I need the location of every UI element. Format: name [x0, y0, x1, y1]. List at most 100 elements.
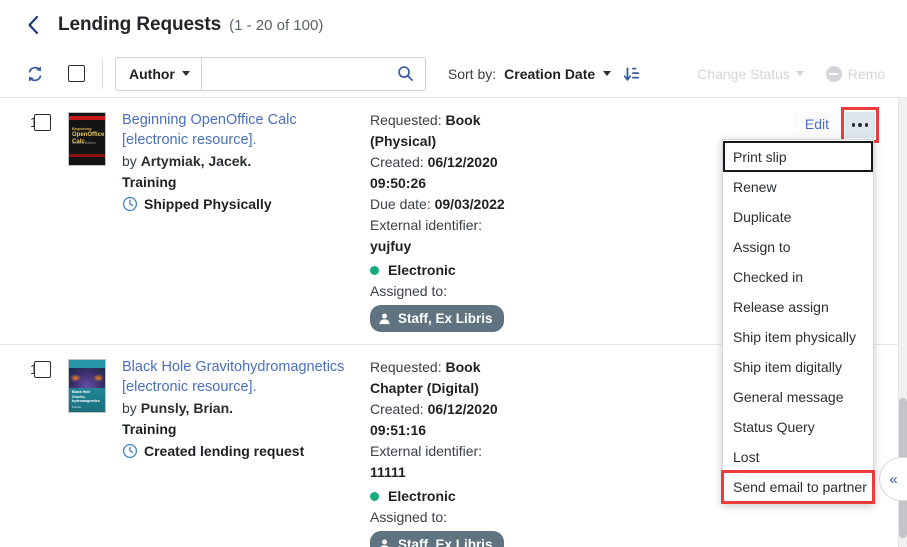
- record-title-link[interactable]: Black Hole Gravitohydromagnetics: [122, 357, 360, 377]
- row-checkbox[interactable]: [34, 361, 51, 378]
- remove-button[interactable]: Remo: [825, 65, 885, 82]
- change-status-button[interactable]: Change Status: [697, 66, 804, 82]
- created-value: 06/12/2020: [427, 154, 498, 170]
- row-index: 10: [0, 110, 46, 332]
- menu-item-status-query[interactable]: Status Query: [723, 412, 873, 442]
- ellipsis-dot: [858, 123, 862, 127]
- select-all-checkbox[interactable]: [68, 65, 85, 82]
- toolbar-divider: [102, 58, 103, 89]
- record-author: by Artymiak, Jacek.: [122, 151, 360, 172]
- author-name: Punsly, Brian.: [140, 400, 234, 416]
- requested-line: Requested: Book: [370, 110, 548, 131]
- menu-item-lost[interactable]: Lost: [723, 442, 873, 472]
- chevron-left-icon: [27, 15, 38, 35]
- person-icon-svg: [379, 313, 390, 325]
- created-label: Created:: [370, 401, 424, 417]
- book-cover-thumbnail: Black Hole Gravito-hydromagnetics Punsly: [68, 359, 106, 413]
- refresh-icon: [28, 65, 42, 82]
- external-id-value: 11111: [370, 464, 406, 480]
- row-cover-cell: Black Hole Gravito-hydromagnetics Punsly: [68, 357, 122, 547]
- edit-button[interactable]: Edit: [792, 112, 841, 136]
- assigned-to-label: Assigned to:: [370, 283, 448, 299]
- menu-item-general-message[interactable]: General message: [723, 382, 873, 412]
- more-actions-button[interactable]: [845, 112, 875, 138]
- clock-icon-svg: [122, 443, 138, 459]
- record-title-link[interactable]: Beginning OpenOffice Calc: [122, 110, 360, 130]
- requested-value-2: Chapter (Digital): [370, 380, 479, 396]
- menu-item-send-email-to-partner[interactable]: Send email to partner: [721, 470, 875, 504]
- format-line: Electronic: [370, 486, 548, 507]
- assigned-to-chip[interactable]: Staff, Ex Libris: [370, 305, 504, 332]
- chevron-down-icon: [181, 71, 190, 76]
- green-dot-icon: [370, 266, 379, 275]
- book-cover-thumbnail: Beginning OpenOffice Calc Second Edition: [68, 112, 106, 166]
- ellipsis-dot: [851, 123, 856, 127]
- requested-value-2: (Physical): [370, 133, 437, 149]
- format-text: Electronic: [388, 488, 456, 504]
- page-title: Lending Requests: [58, 14, 222, 35]
- created-line: Created: 06/12/2020: [370, 152, 548, 173]
- menu-item-print-slip[interactable]: Print slip: [723, 141, 873, 172]
- row-checkbox[interactable]: [34, 114, 51, 131]
- change-status-label: Change Status: [697, 65, 790, 82]
- sort-direction-button[interactable]: [623, 65, 641, 83]
- chevron-down-icon[interactable]: [603, 71, 612, 76]
- sort-by-value[interactable]: Creation Date: [504, 66, 595, 82]
- search-input[interactable]: [201, 57, 392, 90]
- person-icon: [378, 538, 391, 547]
- menu-item-ship-item-physically[interactable]: Ship item physically: [723, 322, 873, 352]
- list-toolbar: Author Sort by: Creation Date Change Sta…: [0, 50, 907, 98]
- row-actions-dropdown-menu: Print slip Renew Duplicate Assign to Che…: [721, 139, 875, 504]
- due-date-line: Due date: 09/03/2022: [370, 194, 548, 215]
- search-facet-dropdown[interactable]: Author: [115, 56, 202, 91]
- requested-value: Book: [445, 112, 481, 128]
- format-line: Electronic: [370, 260, 548, 281]
- row-detail-cell: Requested: Book Chapter (Digital) Create…: [370, 357, 548, 547]
- external-id-label: External identifier:: [370, 217, 483, 233]
- created-line: Created: 06/12/2020: [370, 399, 548, 420]
- green-dot-icon: [370, 492, 379, 501]
- menu-item-checked-in[interactable]: Checked in: [723, 262, 873, 292]
- created-value: 06/12/2020: [427, 401, 498, 417]
- row-checkbox-cell: [34, 357, 68, 547]
- sort-by-label: Sort by:: [447, 65, 497, 82]
- created-time: 09:51:16: [370, 422, 427, 438]
- menu-item-ship-item-digitally[interactable]: Ship item digitally: [723, 352, 873, 382]
- menu-item-assign-to[interactable]: Assign to: [723, 232, 873, 262]
- requested-label: Requested:: [370, 112, 442, 128]
- row-title-cell: Black Hole Gravitohydromagnetics [electr…: [122, 357, 370, 547]
- search-button[interactable]: [397, 65, 414, 82]
- record-title-link-2[interactable]: [electronic resource].: [122, 130, 360, 150]
- person-icon: [378, 312, 391, 325]
- format-text: Electronic: [388, 262, 456, 278]
- assigned-to-chip[interactable]: Staff, Ex Libris: [370, 531, 504, 547]
- refresh-button[interactable]: [24, 63, 46, 85]
- record-group: Training: [122, 421, 177, 437]
- requested-line: Requested: Book: [370, 357, 548, 378]
- external-id-label: External identifier:: [370, 443, 483, 459]
- record-title-link-2[interactable]: [electronic resource].: [122, 377, 360, 397]
- assigned-to-name: Staff, Ex Libris: [398, 537, 493, 547]
- clock-icon: [122, 443, 138, 459]
- clock-icon: [122, 196, 138, 212]
- search-group: Author: [115, 56, 426, 91]
- by-word: by: [122, 400, 137, 416]
- author-name: Artymiak, Jacek.: [140, 153, 252, 169]
- by-word: by: [122, 153, 137, 169]
- record-author: by Punsly, Brian.: [122, 398, 360, 419]
- row-index: 11: [0, 357, 45, 547]
- search-icon: [398, 66, 413, 81]
- row-checkbox-cell: [34, 110, 68, 332]
- menu-item-renew[interactable]: Renew: [723, 172, 873, 202]
- minus-circle-icon: [825, 65, 842, 82]
- search-field: [201, 56, 426, 91]
- results-count: (1 - 20 of 100): [229, 16, 324, 34]
- menu-item-release-assign[interactable]: Release assign: [723, 292, 873, 322]
- more-actions-wrap: [841, 107, 879, 143]
- menu-item-duplicate[interactable]: Duplicate: [723, 202, 873, 232]
- clock-icon-svg: [122, 196, 138, 212]
- page-header: Lending Requests (1 - 20 of 100): [0, 0, 907, 50]
- back-button[interactable]: [22, 14, 44, 36]
- assigned-to-name: Staff, Ex Libris: [398, 311, 493, 326]
- requested-value: Book: [445, 359, 481, 375]
